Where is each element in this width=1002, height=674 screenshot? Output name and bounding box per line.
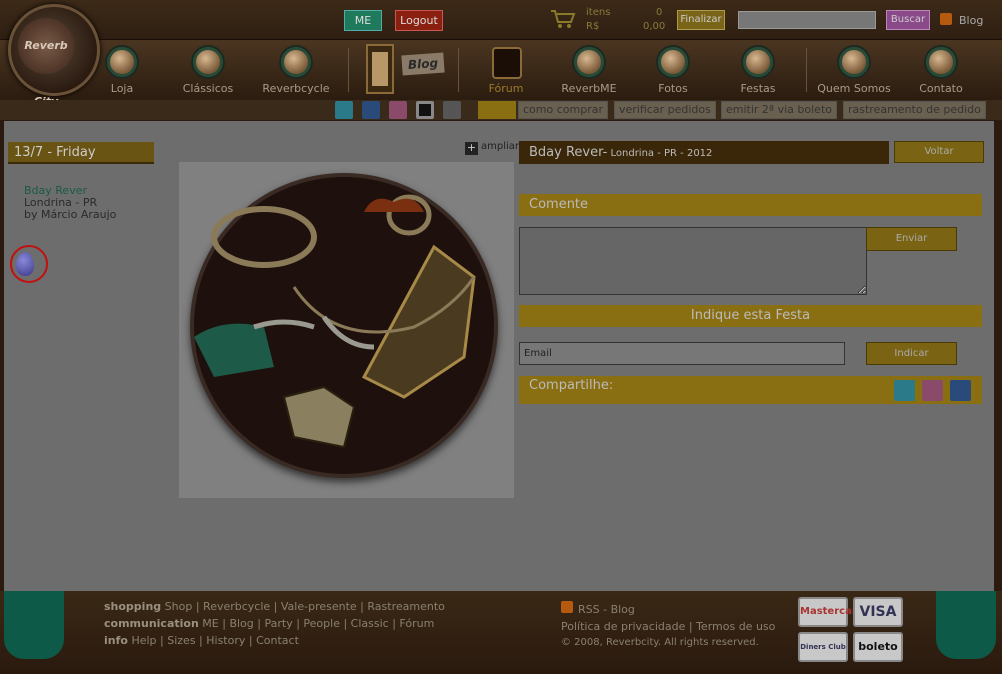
footer-link[interactable]: Fórum	[399, 617, 434, 630]
forum-icon[interactable]	[492, 47, 522, 79]
footer-link[interactable]: Vale-presente	[281, 600, 357, 613]
voltar-button[interactable]: Voltar	[894, 141, 984, 163]
share-instagram-icon[interactable]	[922, 380, 943, 401]
footer-link[interactable]: Blog	[229, 617, 253, 630]
zoom-plus-icon[interactable]: +	[465, 142, 478, 155]
nav-divider	[458, 48, 459, 92]
terms-link[interactable]: Termos de uso	[696, 620, 775, 633]
me-button[interactable]: ME	[344, 10, 382, 31]
top-blog-link[interactable]: Blog	[959, 14, 983, 27]
nav-fotos[interactable]: Fotos	[628, 82, 718, 95]
cart-tab-icon[interactable]	[478, 101, 516, 119]
footer-rss-icon[interactable]	[561, 601, 573, 613]
share-twitter-icon[interactable]	[894, 380, 915, 401]
nav-classicos[interactable]: Clássicos	[163, 82, 253, 95]
twitter-icon[interactable]	[335, 101, 353, 119]
copyright: © 2008, Reverbcity. All rights reserved.	[561, 637, 759, 648]
footer-link[interactable]: Sizes	[167, 634, 195, 647]
badge-artwork	[194, 194, 476, 449]
diners-icon: Diners Club	[798, 632, 848, 662]
footer-rss-link[interactable]: RSS - Blog	[578, 603, 635, 616]
date-header: 13/7 - Friday	[8, 142, 154, 164]
nav-forum[interactable]: Fórum	[461, 82, 551, 95]
event-title-text: Bday Rever-	[529, 145, 608, 160]
reverb-city-badge-image	[190, 173, 498, 478]
nav-loja[interactable]: Loja	[77, 82, 167, 95]
verificar-pedidos-link[interactable]: verificar pedidos	[614, 101, 716, 119]
footer-shopping-row: shopping Shop | Reverbcycle | Vale-prese…	[104, 600, 445, 613]
nav-reverbme[interactable]: ReverbME	[544, 82, 634, 95]
footer-cap-right-icon	[936, 591, 996, 659]
event-author: by Márcio Araujo	[24, 208, 117, 221]
footer-link[interactable]: Help	[131, 634, 156, 647]
reverbme-knob-icon[interactable]	[574, 47, 604, 77]
nav-divider	[806, 48, 807, 92]
logo-text: Reverb City	[18, 18, 74, 108]
cart-rs-value: 0,00	[643, 21, 666, 32]
footer-link[interactable]: Party	[264, 617, 292, 630]
indique-header: Indique esta Festa	[519, 305, 982, 327]
flickr-icon[interactable]	[443, 101, 461, 119]
cart-itens-label: itens	[586, 7, 611, 18]
cart-rs-label: R$	[586, 21, 600, 32]
nav-reverbcycle[interactable]: Reverbcycle	[251, 82, 341, 95]
footer-link[interactable]: ME	[202, 617, 218, 630]
footer-link[interactable]: History	[206, 634, 245, 647]
comment-textarea[interactable]	[519, 227, 867, 295]
segunda-via-boleto-link[interactable]: emitir 2ª via boleto	[721, 101, 837, 119]
event-detail-title: Bday Rever- Londrina - PR - 2012	[519, 141, 889, 164]
indicar-button[interactable]: Indicar	[866, 342, 957, 365]
share-facebook-icon[interactable]	[950, 380, 971, 401]
footer-link[interactable]: Shop	[165, 600, 193, 613]
footer-link[interactable]: People	[303, 617, 340, 630]
loja-knob-icon[interactable]	[107, 47, 137, 77]
footer-communication-label: communication	[104, 617, 199, 630]
contato-knob-icon[interactable]	[926, 47, 956, 77]
footer-cap-left-icon	[4, 591, 64, 659]
square-icon[interactable]	[416, 101, 434, 119]
footer-link[interactable]: Contact	[256, 634, 299, 647]
privacy-link[interactable]: Política de privacidade	[561, 620, 685, 633]
nav-festas[interactable]: Festas	[713, 82, 803, 95]
footer-link[interactable]: Rastreamento	[367, 600, 444, 613]
instagram-icon[interactable]	[389, 101, 407, 119]
easter-egg-icon[interactable]	[16, 252, 34, 276]
reverbcycle-knob-icon[interactable]	[281, 47, 311, 77]
como-comprar-link[interactable]: como comprar	[518, 101, 608, 119]
search-input[interactable]	[738, 11, 876, 29]
rastreamento-link[interactable]: rastreamento de pedido	[843, 101, 986, 119]
nav-contato[interactable]: Contato	[896, 82, 986, 95]
event-location-text: Londrina - PR - 2012	[607, 148, 713, 159]
buscar-button[interactable]: Buscar	[886, 10, 930, 30]
footer-link[interactable]: Classic	[351, 617, 389, 630]
nav-blog-sign[interactable]: Blog	[401, 52, 445, 76]
fotos-knob-icon[interactable]	[658, 47, 688, 77]
cart-itens-count: 0	[656, 7, 663, 18]
rss-icon[interactable]	[940, 13, 952, 25]
logout-button[interactable]: Logout	[395, 10, 443, 31]
footer-legal-row: Política de privacidade | Termos de uso	[561, 620, 776, 633]
comente-header: Comente	[519, 194, 982, 216]
enviar-button[interactable]: Enviar	[866, 227, 957, 251]
finalizar-button[interactable]: Finalizar	[677, 10, 725, 30]
classicos-knob-icon[interactable]	[193, 47, 223, 77]
footer-shopping-label: shopping	[104, 600, 162, 613]
nav-divider	[348, 48, 349, 92]
festas-knob-icon[interactable]	[743, 47, 773, 77]
ampliar-link[interactable]: ampliar	[481, 141, 519, 152]
facebook-icon[interactable]	[362, 101, 380, 119]
footer-info-label: info	[104, 634, 128, 647]
mastercard-icon: Mastercard	[798, 597, 864, 627]
nav-quem-somos[interactable]: Quem Somos	[809, 82, 899, 95]
cart-icon[interactable]	[550, 9, 576, 29]
compartilhe-label: Compartilhe:	[529, 378, 614, 393]
email-input[interactable]: Email	[519, 342, 845, 365]
switch-icon[interactable]	[366, 44, 394, 94]
boleto-icon: boleto	[853, 632, 903, 662]
quem-somos-knob-icon[interactable]	[839, 47, 869, 77]
visa-icon: VISA	[853, 597, 903, 627]
footer-info-row: info Help | Sizes | History | Contact	[104, 634, 299, 647]
footer-communication-row: communication ME | Blog | Party | People…	[104, 617, 435, 630]
footer-link[interactable]: Reverbcycle	[203, 600, 270, 613]
